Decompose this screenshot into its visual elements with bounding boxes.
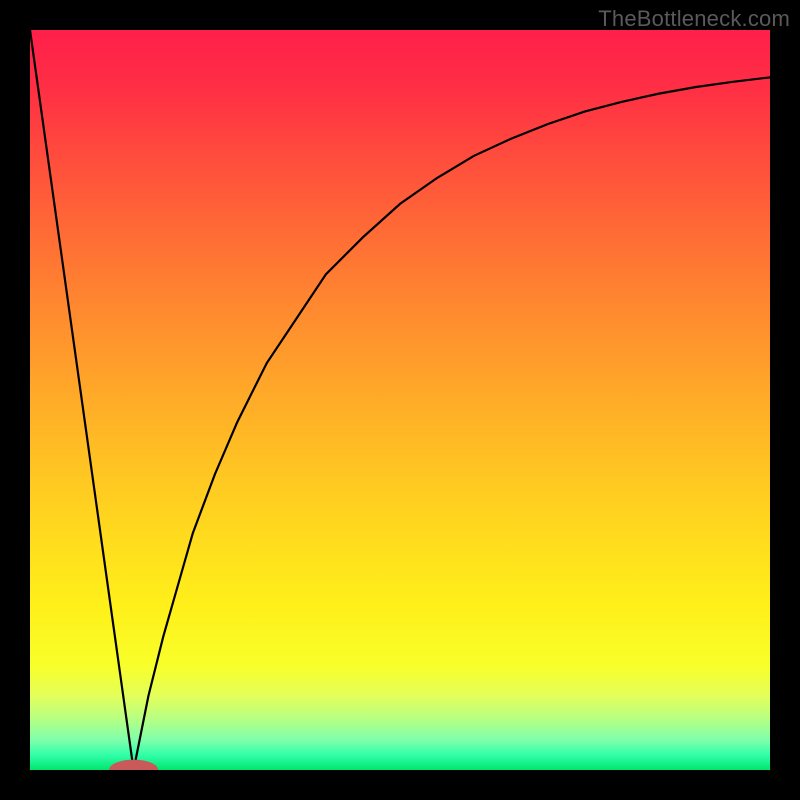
chart-frame: TheBottleneck.com bbox=[0, 0, 800, 800]
plot-area bbox=[30, 30, 770, 770]
watermark-text: TheBottleneck.com bbox=[598, 6, 790, 32]
left-v-branch bbox=[30, 30, 134, 770]
right-curve bbox=[134, 77, 770, 770]
chart-svg bbox=[30, 30, 770, 770]
vertex-marker bbox=[110, 760, 157, 770]
